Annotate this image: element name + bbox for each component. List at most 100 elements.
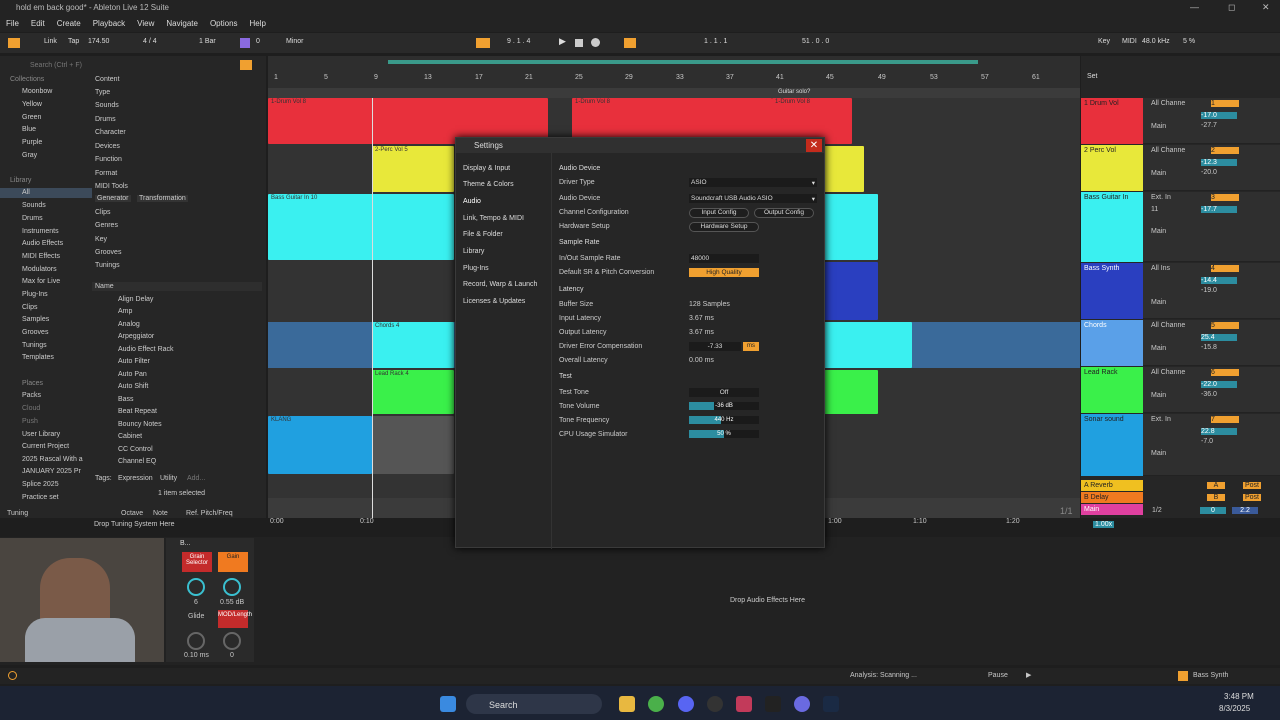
filter-tunings[interactable]: Tunings [95,262,120,269]
browser-search-input[interactable]: Search (Ctrl + F) [30,62,260,71]
clip-klang[interactable]: KLANG [268,416,372,474]
collection-purple[interactable]: Purple [22,139,42,146]
place-folder-3[interactable]: Splice 2025 [22,481,59,488]
key-icon[interactable] [240,38,250,48]
browser-item[interactable]: Audio Effect Rack [118,346,174,353]
driver-type-select[interactable]: ASIO ▾ [689,178,817,187]
output-config-button[interactable]: Output Config [754,208,814,218]
clip-bass-guitar[interactable]: Bass Guitar In 10 [268,194,454,260]
library-all[interactable]: All [22,189,30,196]
return-b-delay[interactable]: B Delay [1081,492,1143,503]
browser-options-icon[interactable] [240,60,252,70]
drop-tuning-zone[interactable]: Drop Tuning System Here [94,521,175,528]
ableton-live-icon[interactable] [765,696,781,712]
collection-yellow[interactable]: Yellow [22,101,42,108]
discord-icon[interactable] [678,696,694,712]
main-output[interactable]: 1/2 [1152,507,1162,514]
volume-field[interactable]: -12.3 [1201,159,1237,166]
sr-conversion-select[interactable]: High Quality [689,268,759,277]
track-header-perc[interactable]: 2 Perc Vol [1081,145,1143,191]
collection-blue[interactable]: Blue [22,126,36,133]
clip-perc[interactable] [824,146,864,192]
place-current-project[interactable]: Current Project [22,443,69,450]
filter-tag-transformation[interactable]: Transformation [137,195,188,202]
tone-volume-slider[interactable]: -36 dB [689,402,759,410]
library-modulators[interactable]: Modulators [22,266,57,273]
midi-map-button[interactable]: MIDI [1122,38,1137,45]
return-a-reverb[interactable]: A Reverb [1081,480,1143,491]
name-column-header[interactable]: Name [95,283,114,290]
menu-view[interactable]: View [137,19,154,29]
main-volume[interactable]: 0 [1200,507,1226,514]
loop-start-field[interactable]: 1 . 1 . 1 [704,38,727,45]
start-icon[interactable] [440,696,456,712]
pause-button[interactable]: Pause [988,672,1008,679]
settings-nav-licenses[interactable]: Licenses & Updates [463,298,525,305]
play-icon[interactable]: ▶ [559,36,566,47]
settings-nav-record[interactable]: Record, Warp & Launch [463,281,537,288]
browser-item[interactable]: Arpeggiator [118,333,154,340]
input-channel[interactable]: 11 [1151,206,1158,213]
driver-comp-unit[interactable]: ms [743,342,759,351]
drop-audio-effects-zone[interactable]: Drop Audio Effects Here [730,597,805,604]
clock-time[interactable]: 3:48 PM [1224,692,1254,701]
input-config-button[interactable]: Input Config [689,208,749,218]
library-audio-effects[interactable]: Audio Effects [22,240,63,247]
menu-navigate[interactable]: Navigate [166,19,198,29]
loop-length-field[interactable]: 51 . 0 . 0 [802,38,829,45]
output-select[interactable]: Main [1151,299,1166,306]
close-icon[interactable]: ✕ [806,139,822,152]
input-select[interactable]: All Ins [1151,265,1170,272]
volume-field[interactable]: -22.0 [1201,381,1237,388]
settings-nav-plugins[interactable]: Plug-Ins [463,265,489,272]
track-header-drum[interactable]: 1 Drum Vol [1081,98,1143,144]
library-midi-effects[interactable]: MIDI Effects [22,253,60,260]
place-folder-1[interactable]: 2025 Rascal With a [22,456,83,463]
browser-toggle-icon[interactable] [8,38,20,48]
stop-icon[interactable] [575,39,583,47]
browser-item[interactable]: CC Control [118,446,153,453]
grain-selector-label[interactable]: Grain Selector [182,552,212,572]
track-header-bass-synth[interactable]: Bass Synth [1081,263,1143,319]
return-b-activator[interactable]: B [1207,494,1225,501]
filter-clips[interactable]: Clips [95,209,111,216]
library-templates[interactable]: Templates [22,354,54,361]
mod-length-label[interactable]: MOD/Length [218,610,252,628]
sub-field[interactable]: -27.7 [1201,122,1237,129]
browser-item[interactable]: Auto Filter [118,358,150,365]
filter-drums[interactable]: Drums [95,116,116,123]
arrangement-record-icon[interactable] [476,38,490,48]
link-button[interactable]: Link [44,38,57,45]
tag-expression[interactable]: Expression [118,475,153,482]
song-position[interactable]: 9 . 1 . 4 [507,38,530,45]
info-icon[interactable] [8,671,17,680]
clip-chords[interactable] [824,322,912,368]
clock-date[interactable]: 8/3/2025 [1219,704,1250,713]
library-instruments[interactable]: Instruments [22,228,59,235]
key-map-button[interactable]: Key [1098,38,1110,45]
settings-nav-display[interactable]: Display & Input [463,165,510,172]
record-icon[interactable] [591,38,600,47]
output-select[interactable]: Main [1151,392,1166,399]
sub-field[interactable]: -15.8 [1201,344,1237,351]
place-folder-4[interactable]: Practice set [22,494,59,501]
sub-field[interactable]: -20.0 [1201,169,1237,176]
library-grooves[interactable]: Grooves [22,329,48,336]
settings-nav-link[interactable]: Link, Tempo & MIDI [463,215,524,222]
clip-klang[interactable] [372,416,454,474]
track-header-bass-guitar[interactable]: Bass Guitar In [1081,192,1143,262]
sub-field[interactable]: -19.0 [1201,287,1237,294]
browser-item[interactable]: Cabinet [118,433,142,440]
collection-gray[interactable]: Gray [22,152,37,159]
hardware-setup-button[interactable]: Hardware Setup [689,222,759,232]
audio-device-select[interactable]: Soundcraft USB Audio ASIO ▾ [689,194,817,203]
filter-devices[interactable]: Devices [95,143,120,150]
menu-edit[interactable]: Edit [31,19,45,29]
track-activator[interactable]: 2 [1211,147,1239,154]
sub-field[interactable]: -36.0 [1201,391,1237,398]
scale-select[interactable]: Minor [286,38,304,45]
output-select[interactable]: Main [1151,228,1166,235]
input-select[interactable]: Ext. In [1151,194,1171,201]
clip-chords[interactable]: Chords 4 [372,322,454,368]
browser-item[interactable]: Align Delay [118,296,153,303]
